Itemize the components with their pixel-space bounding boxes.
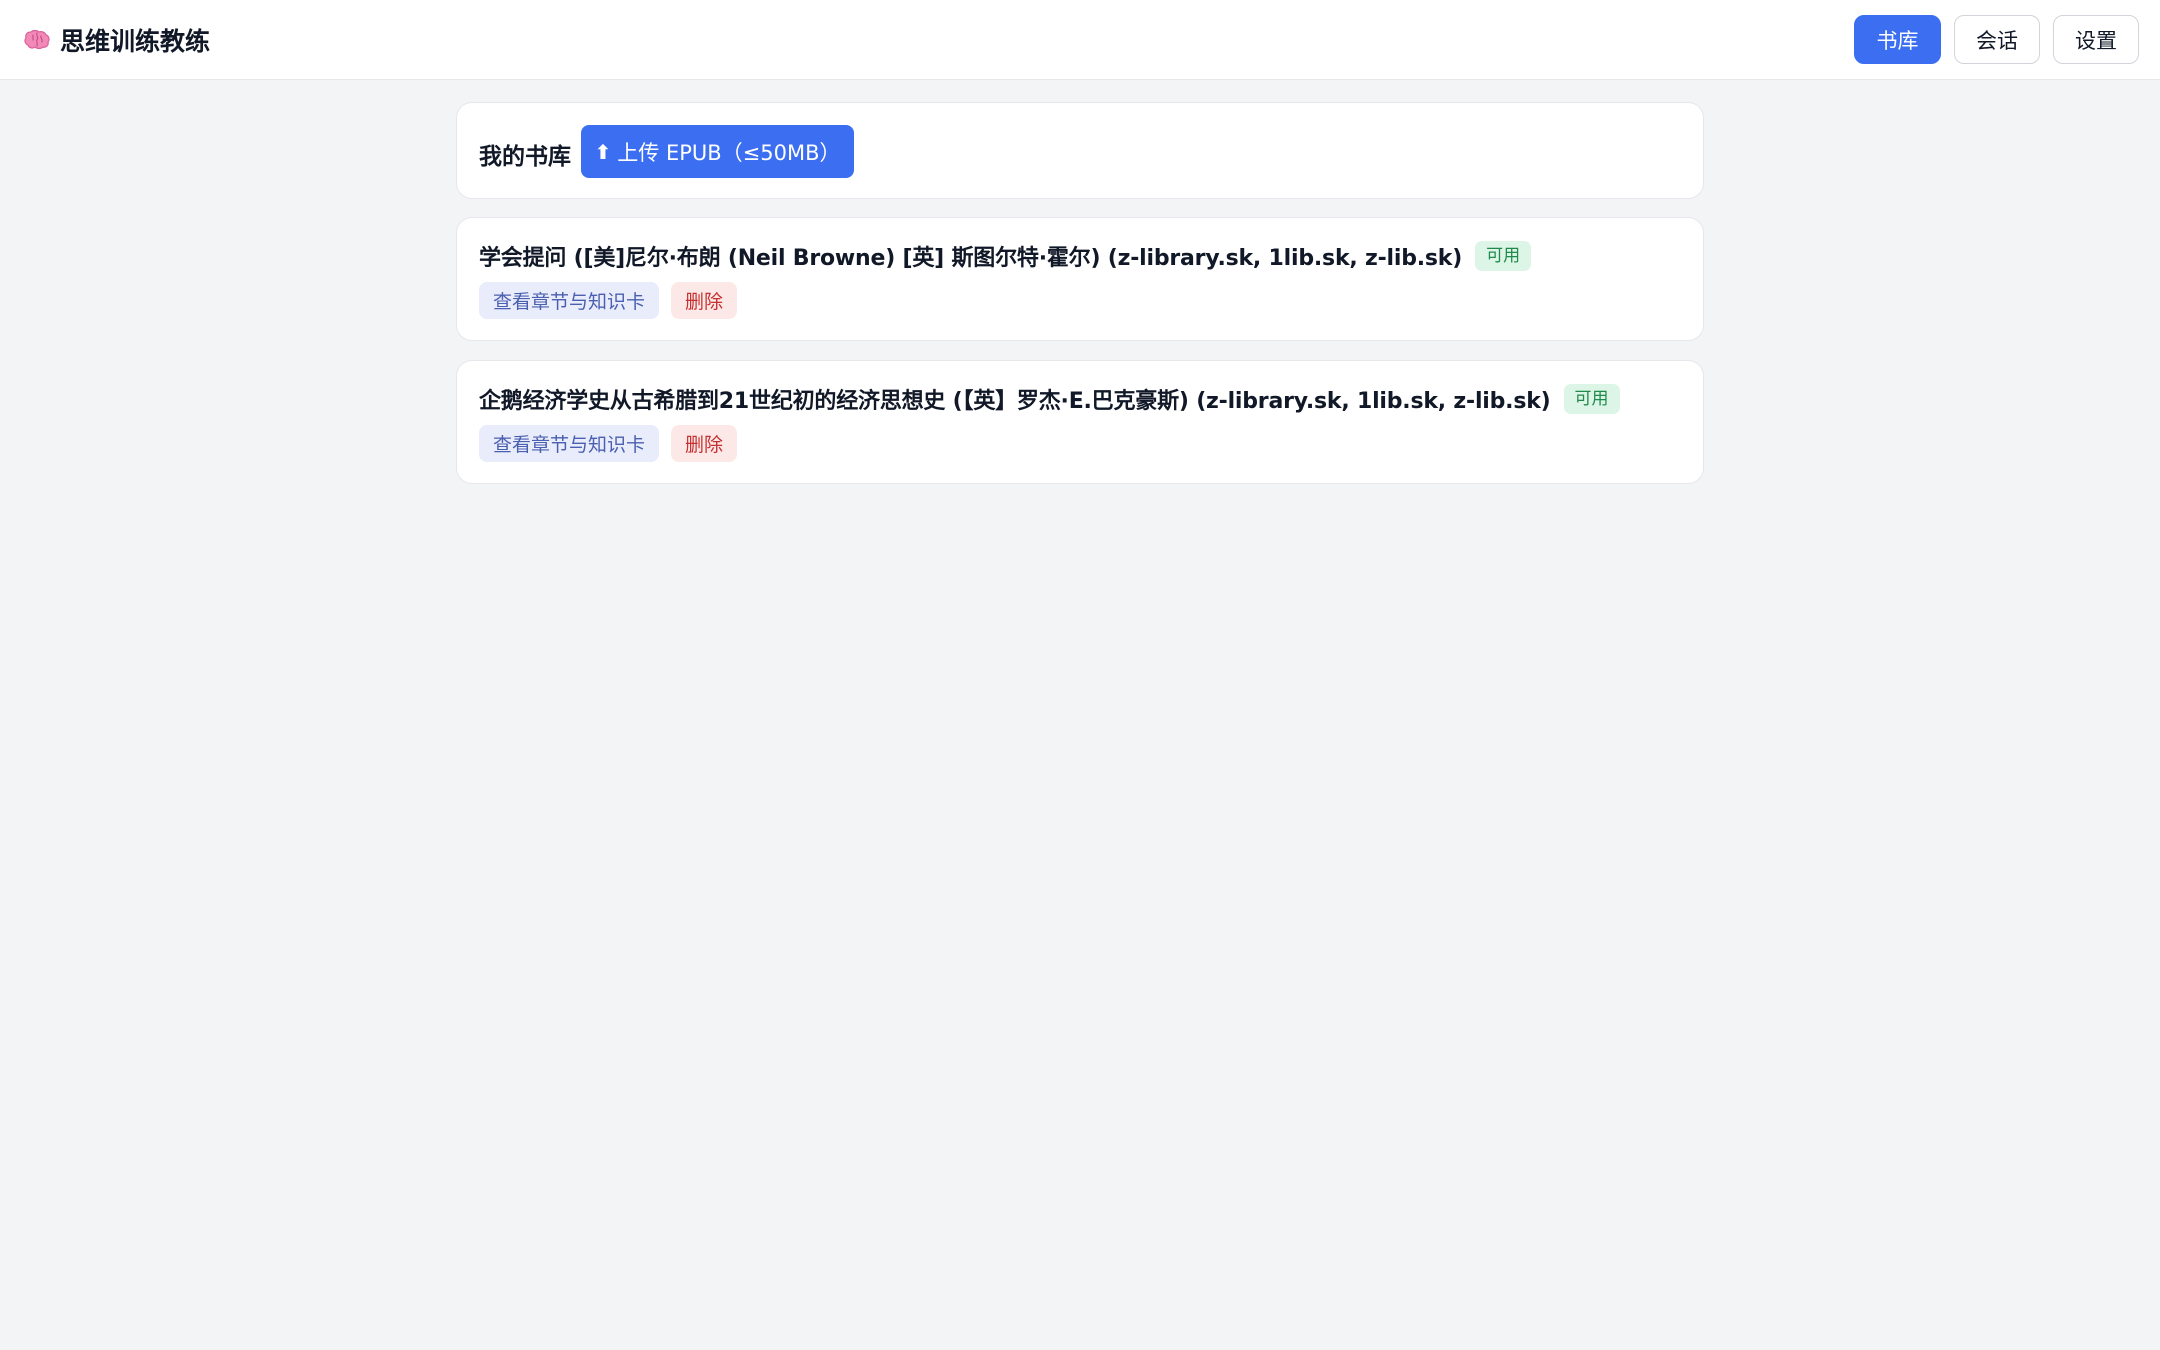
- delete-book-button[interactable]: 删除: [671, 282, 738, 319]
- nav-settings-button[interactable]: 设置: [2053, 15, 2139, 64]
- book-title-row: 学会提问 ([美]尼尔·布朗 (Neil Browne) [英] 斯图尔特·霍尔…: [479, 240, 1532, 272]
- nav-chat-button[interactable]: 会话: [1954, 15, 2040, 64]
- top-bar: 思维训练教练 书库 会话 设置: [0, 0, 2160, 80]
- status-badge: 可用: [1475, 241, 1532, 271]
- upload-epub-button[interactable]: ⬆ 上传 EPUB（≤50MB）: [581, 125, 854, 178]
- book-actions: 查看章节与知识卡 删除: [479, 282, 738, 319]
- view-chapters-button[interactable]: 查看章节与知识卡: [479, 425, 660, 462]
- library-title: 我的书库: [479, 144, 571, 170]
- app-brand: 思维训练教练: [24, 22, 210, 58]
- status-badge: 可用: [1563, 384, 1620, 414]
- upload-button-label: 上传 EPUB（≤50MB）: [617, 140, 841, 165]
- book-title: 学会提问 ([美]尼尔·布朗 (Neil Browne) [英] 斯图尔特·霍尔…: [479, 246, 1463, 271]
- book-title: 企鹅经济学史从古希腊到21世纪初的经济思想史 (【英】罗杰·E.巴克豪斯) (z…: [479, 389, 1551, 414]
- app-title: 思维训练教练: [60, 27, 211, 56]
- brain-icon: [24, 29, 50, 51]
- view-chapters-button[interactable]: 查看章节与知识卡: [479, 282, 660, 319]
- book-actions: 查看章节与知识卡 删除: [479, 425, 738, 462]
- upload-arrow-icon: ⬆: [594, 139, 612, 164]
- nav-library-button[interactable]: 书库: [1854, 15, 1941, 64]
- book-card: 学会提问 ([美]尼尔·布朗 (Neil Browne) [英] 斯图尔特·霍尔…: [456, 217, 1704, 341]
- book-title-row: 企鹅经济学史从古希腊到21世纪初的经济思想史 (【英】罗杰·E.巴克豪斯) (z…: [479, 383, 1620, 415]
- delete-book-button[interactable]: 删除: [671, 425, 738, 462]
- book-card: 企鹅经济学史从古希腊到21世纪初的经济思想史 (【英】罗杰·E.巴克豪斯) (z…: [456, 360, 1704, 484]
- library-header-card: 我的书库 ⬆ 上传 EPUB（≤50MB）: [456, 102, 1704, 199]
